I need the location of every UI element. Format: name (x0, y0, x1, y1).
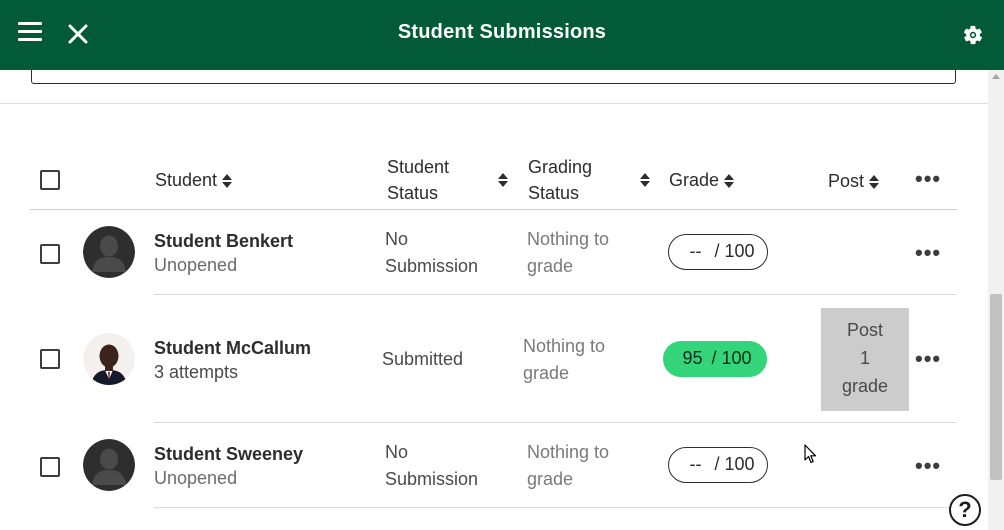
student-name[interactable]: Student Benkert (154, 231, 293, 252)
grading-status-text: Nothing to (527, 229, 610, 249)
column-header-student[interactable]: Student (155, 167, 233, 193)
student-status: Submitted (382, 346, 463, 373)
grade-input[interactable]: -- / 100 (668, 234, 768, 270)
select-all-checkbox[interactable] (40, 170, 60, 190)
table-row: Student Sweeney Unopened No Submission N… (30, 423, 957, 508)
sort-icon (222, 174, 233, 189)
column-label: Status (387, 183, 439, 203)
table-header: Student Student Status Grading Status Gr… (30, 150, 957, 210)
row-checkbox[interactable] (40, 349, 60, 369)
scroll-up-arrow-icon[interactable] (992, 74, 1000, 79)
mouse-cursor-icon (804, 444, 818, 464)
grading-status: Nothing to grade (527, 439, 609, 493)
more-options-icon[interactable]: ••• (915, 168, 941, 190)
gear-icon[interactable] (962, 24, 984, 46)
student-name[interactable]: Student McCallum (154, 338, 311, 359)
student-detail: Unopened (154, 255, 238, 275)
column-header-student-status[interactable]: Student Status (387, 154, 508, 206)
grading-status: Nothing to grade (527, 226, 609, 280)
grading-status-text: grade (527, 469, 574, 489)
column-label: Status (528, 183, 580, 203)
student-status-text: Submission (385, 256, 479, 276)
more-options-icon[interactable]: ••• (915, 455, 941, 477)
post-button-label: Post (846, 320, 884, 340)
divider (0, 103, 988, 104)
student-status-text: No (385, 442, 409, 462)
sort-icon (869, 175, 880, 190)
student-status-text: No (385, 229, 409, 249)
grading-status: Nothing to grade (523, 333, 605, 387)
student-status-text: Submission (385, 469, 479, 489)
grading-status-text: Nothing to (523, 336, 606, 356)
default-avatar-icon (83, 226, 135, 278)
help-icon[interactable]: ? (949, 494, 981, 526)
grading-status-text: Nothing to (527, 442, 610, 462)
sort-icon (640, 173, 650, 187)
column-label: Grade (669, 170, 720, 190)
grade-max: / 100 (714, 241, 755, 261)
vertical-scrollbar[interactable] (988, 70, 1004, 530)
post-grade-button[interactable]: Post 1 grade (821, 308, 909, 411)
column-label: Student (155, 170, 218, 190)
student-avatar (83, 333, 135, 385)
student-status: No Submission (385, 226, 478, 280)
search-input[interactable] (31, 70, 956, 84)
row-checkbox[interactable] (40, 244, 60, 264)
default-avatar-icon (83, 439, 135, 491)
more-options-icon[interactable]: ••• (915, 242, 941, 264)
table-row: Student Benkert Unopened No Submission N… (30, 210, 957, 295)
student-status: No Submission (385, 439, 478, 493)
more-options-icon[interactable]: ••• (915, 348, 941, 370)
row-divider (154, 507, 957, 508)
grade-value: -- (689, 241, 702, 261)
grade-input[interactable]: 95 / 100 (663, 341, 767, 377)
sort-icon (724, 174, 735, 189)
column-header-post[interactable]: Post (828, 168, 880, 194)
grade-max: / 100 (714, 454, 755, 474)
grading-status-text: grade (527, 256, 574, 276)
grading-status-text: grade (523, 363, 570, 383)
page-title: Student Submissions (397, 21, 607, 43)
table-row: Student McCallum 3 attempts Submitted No… (30, 295, 957, 423)
grade-value: 95 (682, 348, 703, 368)
student-detail: Unopened (154, 468, 238, 488)
grade-input[interactable]: -- / 100 (668, 447, 768, 483)
student-detail: 3 attempts (154, 362, 239, 382)
post-button-label: grade (841, 376, 889, 396)
app-header: Student Submissions (0, 0, 1004, 70)
column-label: Post (828, 171, 865, 191)
column-header-grade[interactable]: Grade (669, 167, 735, 193)
submissions-content: Student Student Status Grading Status Gr… (0, 70, 988, 530)
column-label: Grading (528, 157, 593, 177)
scrollbar-thumb[interactable] (990, 294, 1002, 480)
column-label: Student (387, 157, 450, 177)
student-name[interactable]: Student Sweeney (154, 444, 303, 465)
grade-value: -- (689, 454, 702, 474)
grade-max: / 100 (711, 348, 752, 368)
sort-icon (498, 173, 508, 187)
student-status-text: Submitted (382, 349, 464, 369)
post-button-label: 1 (859, 348, 870, 368)
row-checkbox[interactable] (40, 457, 60, 477)
column-header-grading-status[interactable]: Grading Status (528, 154, 650, 206)
